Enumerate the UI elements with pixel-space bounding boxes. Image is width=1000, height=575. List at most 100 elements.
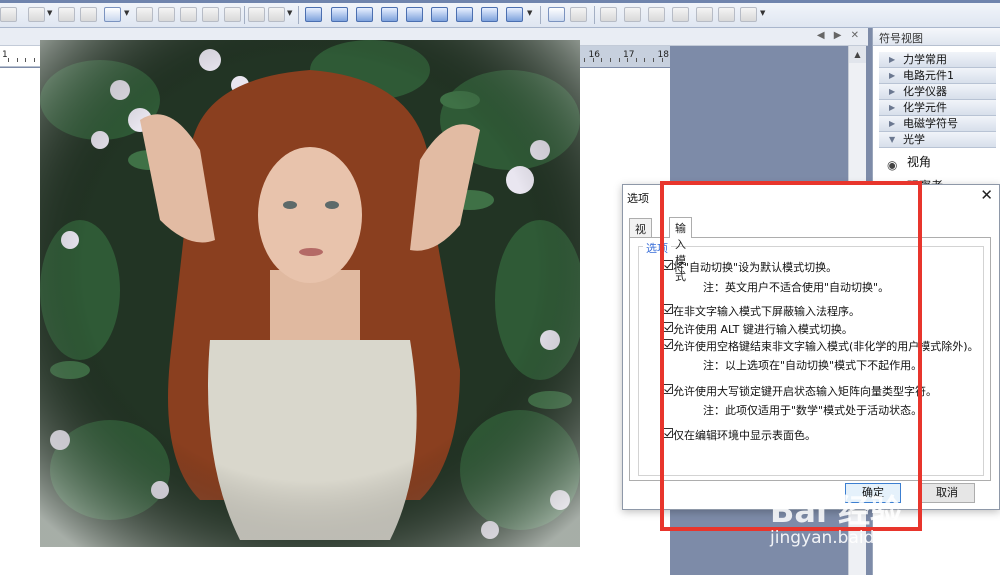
toolbar-separator: [594, 6, 595, 24]
merge-icon[interactable]: [202, 7, 219, 22]
ruler-tick: [601, 58, 602, 62]
ruler-tick: [653, 58, 654, 62]
symbol-category[interactable]: ▶ 化学仪器: [879, 84, 996, 100]
checkbox[interactable]: [663, 384, 673, 394]
embedded-photo[interactable]: [40, 40, 580, 547]
math-template-icon[interactable]: [431, 7, 448, 22]
split-icon[interactable]: [224, 7, 241, 22]
symbol-category-label: 力学常用: [903, 53, 947, 66]
ruler-tick: [25, 58, 26, 62]
edit-icon[interactable]: [0, 7, 17, 22]
symbol-category[interactable]: ▶ 力学常用: [879, 52, 996, 68]
expand-arrow-icon: ▶: [889, 119, 896, 128]
align-icon[interactable]: [58, 7, 75, 22]
ruler-number: 18: [657, 50, 669, 60]
arrange-icon[interactable]: [696, 7, 713, 22]
border-icon[interactable]: [248, 7, 265, 22]
chevron-down-icon[interactable]: ▼: [124, 9, 129, 17]
checkbox[interactable]: [663, 428, 673, 438]
expand-arrow-icon: ▶: [889, 87, 896, 96]
column-icon[interactable]: [180, 7, 197, 22]
sort-icon[interactable]: [268, 7, 285, 22]
symbol-item[interactable]: ◉ 视角: [873, 152, 1000, 172]
object-icon[interactable]: [570, 7, 587, 22]
formatting-toolbar: ▼ ▼ ▼ ▼ ▼: [0, 0, 1000, 28]
toolbar-separator: [540, 6, 541, 24]
ruler-tick: [8, 58, 9, 62]
option-block-ime[interactable]: 在非文字输入模式下屏蔽输入法程序。: [663, 303, 860, 319]
option-auto-switch-default[interactable]: 将"自动切换"设为默认模式切换。: [663, 259, 838, 275]
chevron-down-icon[interactable]: ▼: [287, 9, 292, 17]
options-dialog: 选项 ✕ 视图 输入模式 选项 将"自动切换"设为默认模式切换。 注：英文用户不…: [622, 184, 1000, 510]
toolbar-top-edge: [0, 0, 1000, 3]
symbol-category-label: 电磁学符号: [903, 117, 958, 130]
expand-arrow-icon: ▶: [889, 103, 896, 112]
math-template-icon[interactable]: [456, 7, 473, 22]
math-template-icon[interactable]: [305, 7, 322, 22]
window-icon[interactable]: [740, 7, 757, 22]
move-up-icon[interactable]: [600, 7, 617, 22]
ruler-tick: [610, 58, 611, 62]
checkbox[interactable]: [663, 322, 673, 332]
close-icon[interactable]: ✕: [980, 186, 993, 204]
option-label: 允许使用大写锁定键开启状态输入矩阵向量类型字符。: [673, 385, 937, 398]
arrange-icon[interactable]: [718, 7, 735, 22]
tab-input-mode[interactable]: 输入模式: [669, 217, 692, 283]
option-label: 将"自动切换"设为默认模式切换。: [673, 261, 838, 274]
row-icon[interactable]: [158, 7, 175, 22]
ruler-tick: [619, 58, 620, 62]
option-label: 允许使用 ALT 键进行输入模式切换。: [673, 323, 853, 336]
scroll-up-icon[interactable]: ▲: [849, 46, 866, 63]
ruler-tick: [34, 58, 35, 62]
checkbox[interactable]: [663, 339, 673, 349]
ruler-tick: [593, 58, 594, 62]
math-template-icon[interactable]: [381, 7, 398, 22]
arrange-icon[interactable]: [672, 7, 689, 22]
chevron-down-icon[interactable]: ▼: [527, 9, 532, 17]
symbol-category[interactable]: ▼ 光学: [879, 132, 996, 148]
option-space-end[interactable]: 允许使用空格键结束非文字输入模式(非化学的用户模式除外)。: [663, 338, 979, 354]
eye-icon: ◉: [887, 158, 898, 172]
align-icon[interactable]: [80, 7, 97, 22]
ruler-number: 16: [588, 50, 600, 60]
image-icon[interactable]: [548, 7, 565, 22]
panel-nav-icon[interactable]: ◀ ▶ ✕: [817, 30, 862, 41]
symbol-category[interactable]: ▶ 电路元件1: [879, 68, 996, 84]
chevron-down-icon[interactable]: ▼: [760, 9, 765, 17]
option-note: 注：以上选项在"自动切换"模式下不起作用。: [703, 359, 923, 372]
portrait-image: [40, 40, 580, 547]
option-capslock-matrix[interactable]: 允许使用大写锁定键开启状态输入矩阵向量类型字符。: [663, 383, 937, 399]
option-note: 注：英文用户不适合使用"自动切换"。: [703, 281, 890, 294]
math-template-icon[interactable]: [406, 7, 423, 22]
tab-view[interactable]: 视图: [629, 218, 652, 252]
symbol-category[interactable]: ▶ 电磁学符号: [879, 116, 996, 132]
option-surface-color[interactable]: 仅在编辑环境中显示表面色。: [663, 427, 816, 443]
math-template-icon[interactable]: [506, 7, 523, 22]
symbol-category-label: 化学仪器: [903, 85, 947, 98]
option-alt-switch[interactable]: 允许使用 ALT 键进行输入模式切换。: [663, 321, 853, 337]
ruler-number: 1: [2, 50, 8, 60]
math-template-icon[interactable]: [481, 7, 498, 22]
table-icon[interactable]: [104, 7, 121, 22]
cancel-button[interactable]: 取消: [919, 483, 975, 503]
option-note: 注：此项仅适用于"数学"模式处于活动状态。: [703, 404, 923, 417]
symbol-category[interactable]: ▶ 化学元件: [879, 100, 996, 116]
chevron-down-icon[interactable]: ▼: [47, 9, 52, 17]
option-label: 仅在编辑环境中显示表面色。: [673, 429, 816, 442]
math-template-icon[interactable]: [331, 7, 348, 22]
grid-icon[interactable]: [136, 7, 153, 22]
arrange-icon[interactable]: [648, 7, 665, 22]
frame-icon[interactable]: [28, 7, 45, 22]
symbol-category-label: 光学: [903, 133, 925, 146]
move-down-icon[interactable]: [624, 7, 641, 22]
checkbox[interactable]: [663, 304, 673, 314]
option-label: 在非文字输入模式下屏蔽输入法程序。: [673, 305, 860, 318]
checkbox[interactable]: [663, 260, 673, 270]
ok-button[interactable]: 确定: [845, 483, 901, 503]
math-template-icon[interactable]: [356, 7, 373, 22]
ruler-tick: [584, 58, 585, 62]
option-label: 允许使用空格键结束非文字输入模式(非化学的用户模式除外)。: [673, 340, 979, 353]
symbol-item-label: 视角: [907, 155, 932, 169]
ruler-tick: [636, 58, 637, 62]
options-group: 选项 将"自动切换"设为默认模式切换。 注：英文用户不适合使用"自动切换"。 在…: [638, 240, 984, 476]
